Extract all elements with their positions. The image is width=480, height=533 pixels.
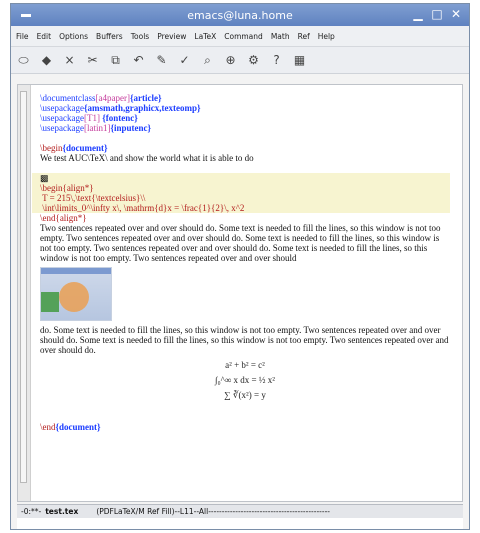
code-line: \begin{document} — [40, 143, 108, 153]
menu-ref[interactable]: Ref — [298, 32, 310, 41]
spell-icon[interactable]: ✓ — [178, 53, 191, 67]
menu-options[interactable]: Options — [59, 32, 88, 41]
status-filename: test.tex — [45, 507, 79, 516]
title-bar: emacs@luna.home ▁ □ ✕ — [11, 4, 469, 26]
code-line: \documentclass[a4paper]{article} — [40, 93, 162, 103]
menu-command[interactable]: Command — [224, 32, 263, 41]
zoom-icon[interactable]: ⊕ — [224, 53, 237, 67]
code-line: \int\limits_0^\infty x\, \mathrm{d}x = \… — [40, 203, 245, 213]
equation-integral: ∫₀^∞ x dx = ½ x² — [214, 375, 276, 385]
editor-buffer[interactable]: \documentclass[a4paper]{article} \usepac… — [17, 84, 463, 502]
latex-preview-icon[interactable]: ▦ — [293, 53, 306, 67]
minibuffer[interactable] — [17, 518, 463, 529]
close-buffer-icon[interactable]: × — [63, 53, 76, 67]
intro-text: We test AUC\TeX\ and show the world what… — [40, 153, 254, 163]
copy-icon[interactable]: ⧉ — [109, 53, 122, 67]
code-line: \begin{align*} — [40, 183, 94, 193]
close-icon[interactable]: ✕ — [449, 7, 463, 21]
menu-help[interactable]: Help — [318, 32, 335, 41]
menu-edit[interactable]: Edit — [37, 32, 52, 41]
code-line: T = 215\,\text{\textcelsius}\\ — [40, 193, 146, 203]
window-menu-icon[interactable] — [17, 7, 35, 23]
save-icon[interactable]: ◆ — [40, 53, 53, 67]
code-line: \end{align*} — [40, 213, 87, 223]
code-line: \end{document} — [40, 422, 101, 432]
menu-bar: File Edit Options Buffers Tools Preview … — [11, 26, 469, 47]
code-line: \usepackage[T1] {fontenc} — [40, 113, 138, 123]
menu-file[interactable]: File — [16, 32, 29, 41]
image-preview — [40, 267, 112, 321]
math-preview: a² + b² = c² ∫₀^∞ x dx = ½ x² ∑ ∛(x²) = … — [40, 360, 450, 400]
menu-buffers[interactable]: Buffers — [96, 32, 123, 41]
equation-sum: ∑ ∛(x²) = y — [224, 390, 266, 400]
menu-preview[interactable]: Preview — [157, 32, 186, 41]
toolbar: ⬭ ◆ × ✂ ⧉ ↶ ✎ ✓ ⌕ ⊕ ⚙ ? ▦ — [11, 47, 469, 74]
open-icon[interactable]: ⬭ — [17, 53, 30, 67]
code-line: \usepackage{amsmath,graphicx,texteomp} — [40, 103, 201, 113]
menu-latex[interactable]: LaTeX — [194, 32, 216, 41]
preferences-icon[interactable]: ⚙ — [247, 53, 260, 67]
paragraph-text: Two sentences repeated over and over sho… — [40, 223, 441, 263]
scrollbar-thumb[interactable] — [20, 91, 27, 483]
buffer-content: \documentclass[a4paper]{article} \usepac… — [32, 93, 450, 432]
status-mode: (PDFLaTeX/M Ref Fill)--L11--All---------… — [96, 507, 330, 516]
window-title: emacs@luna.home — [187, 8, 293, 22]
menu-tools[interactable]: Tools — [131, 32, 149, 41]
status-flags: -0:**- — [21, 507, 42, 516]
preview-mark-icon[interactable]: ▩ — [40, 173, 450, 183]
minimize-icon[interactable]: ▁ — [411, 7, 425, 21]
scrollbar[interactable] — [18, 85, 31, 501]
search-icon[interactable]: ⌕ — [201, 53, 214, 67]
mode-line: -0:**- test.tex (PDFLaTeX/M Ref Fill)--L… — [17, 504, 463, 518]
menu-math[interactable]: Math — [271, 32, 290, 41]
paste-icon[interactable]: ✎ — [155, 53, 168, 67]
code-line: \usepackage[latin1]{inputenc} — [40, 123, 152, 133]
maximize-icon[interactable]: □ — [430, 7, 444, 21]
paragraph-text: do. Some text is needed to fill the line… — [40, 325, 449, 355]
equation-pythagoras: a² + b² = c² — [225, 360, 265, 370]
help-icon[interactable]: ? — [270, 53, 283, 67]
undo-icon[interactable]: ↶ — [132, 53, 145, 67]
align-block: ▩ \begin{align*} T = 215\,\text{\textcel… — [32, 173, 450, 213]
cut-icon[interactable]: ✂ — [86, 53, 99, 67]
emacs-window: emacs@luna.home ▁ □ ✕ File Edit Options … — [10, 3, 470, 530]
